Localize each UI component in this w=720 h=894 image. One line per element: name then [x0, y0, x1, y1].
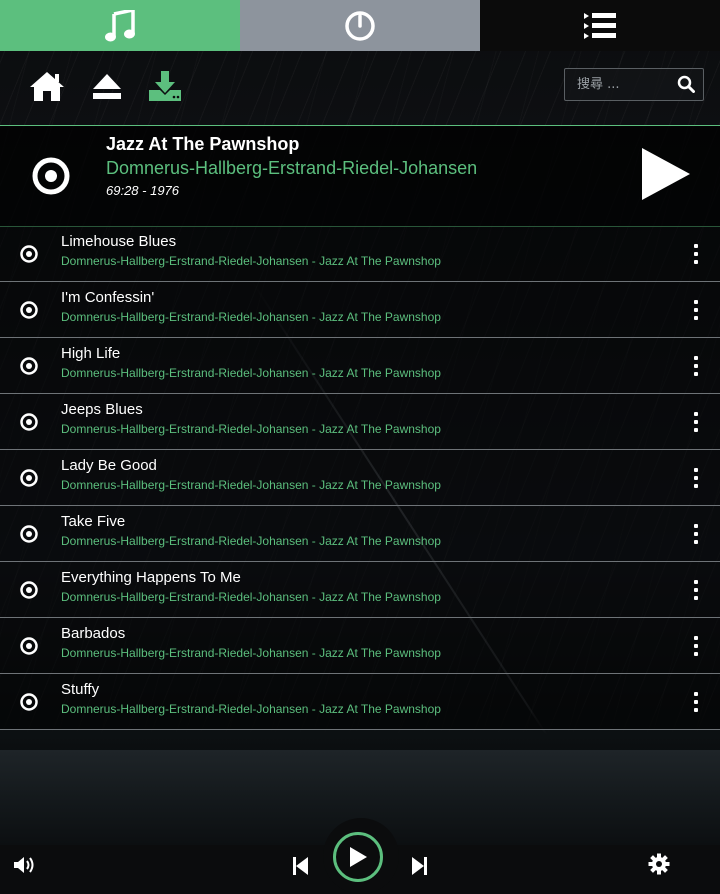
- track-row[interactable]: Jeeps Blues Domnerus-Hallberg-Erstrand-Ri…: [0, 394, 720, 450]
- home-icon: [30, 72, 64, 101]
- album-disc-icon: [32, 157, 70, 195]
- track-subtitle: Domnerus-Hallberg-Erstrand-Riedel-Johans…: [61, 422, 441, 436]
- track-subtitle: Domnerus-Hallberg-Erstrand-Riedel-Johans…: [61, 646, 441, 660]
- eject-button[interactable]: [91, 68, 123, 104]
- track-title: High Life: [61, 345, 121, 362]
- track-disc-icon: [20, 637, 38, 655]
- play-icon: [350, 847, 367, 867]
- track-more-options-icon[interactable]: [690, 412, 702, 432]
- track-subtitle: Domnerus-Hallberg-Erstrand-Riedel-Johans…: [61, 534, 441, 548]
- track-title: Stuffy: [61, 681, 100, 698]
- track-subtitle: Domnerus-Hallberg-Erstrand-Riedel-Johans…: [61, 702, 441, 716]
- home-button[interactable]: [28, 68, 66, 104]
- track-disc-icon: [20, 525, 38, 543]
- track-more-options-icon[interactable]: [690, 692, 702, 712]
- track-title: I'm Confessin': [61, 289, 155, 306]
- track-row[interactable]: Barbados Domnerus-Hallberg-Erstrand-Riede…: [0, 618, 720, 674]
- track-title: Jeeps Blues: [61, 401, 143, 418]
- track-title: Limehouse Blues: [61, 233, 177, 250]
- track-disc-icon: [20, 581, 38, 599]
- play-pause-button[interactable]: [333, 832, 383, 882]
- track-disc-icon: [20, 693, 38, 711]
- playlist-icon: [584, 12, 616, 39]
- download-icon: [149, 71, 181, 101]
- track-row[interactable]: Stuffy Domnerus-Hallberg-Erstrand-Riedel-…: [0, 674, 720, 730]
- track-more-options-icon[interactable]: [690, 636, 702, 656]
- search-input[interactable]: [565, 77, 677, 92]
- next-track-icon[interactable]: [410, 856, 428, 876]
- search-box: [564, 68, 704, 101]
- volume-icon[interactable]: [13, 855, 37, 875]
- tab-queue[interactable]: [480, 0, 720, 51]
- previous-track-icon[interactable]: [292, 856, 310, 876]
- track-row[interactable]: High Life Domnerus-Hallberg-Erstrand-Ried…: [0, 338, 720, 394]
- settings-gear-icon[interactable]: [648, 853, 670, 875]
- track-title: Take Five: [61, 513, 126, 530]
- track-more-options-icon[interactable]: [690, 244, 702, 264]
- tab-library[interactable]: [0, 0, 240, 51]
- search-icon[interactable]: [677, 75, 695, 93]
- track-row[interactable]: Limehouse Blues Domnerus-Hallberg-Erstran…: [0, 226, 720, 282]
- eject-icon: [93, 74, 121, 99]
- album-meta: 69:28 - 1976: [106, 183, 180, 198]
- track-more-options-icon[interactable]: [690, 300, 702, 320]
- track-row[interactable]: Take Five Domnerus-Hallberg-Erstrand-Ried…: [0, 506, 720, 562]
- track-list: Limehouse Blues Domnerus-Hallberg-Erstran…: [0, 226, 720, 730]
- track-subtitle: Domnerus-Hallberg-Erstrand-Riedel-Johans…: [61, 478, 441, 492]
- track-title: Barbados: [61, 625, 126, 642]
- track-subtitle: Domnerus-Hallberg-Erstrand-Riedel-Johans…: [61, 590, 441, 604]
- track-subtitle: Domnerus-Hallberg-Erstrand-Riedel-Johans…: [61, 366, 441, 380]
- track-more-options-icon[interactable]: [690, 468, 702, 488]
- track-title: Lady Be Good: [61, 457, 157, 474]
- track-row[interactable]: Everything Happens To Me Domnerus-Hallber…: [0, 562, 720, 618]
- track-disc-icon: [20, 245, 38, 263]
- tab-now-playing[interactable]: [240, 0, 480, 51]
- music-note-icon: [105, 9, 135, 41]
- track-disc-icon: [20, 469, 38, 487]
- clock-icon: [345, 10, 375, 41]
- track-title: Everything Happens To Me: [61, 569, 241, 586]
- track-row[interactable]: Lady Be Good Domnerus-Hallberg-Erstrand-R…: [0, 450, 720, 506]
- track-disc-icon: [20, 301, 38, 319]
- track-subtitle: Domnerus-Hallberg-Erstrand-Riedel-Johans…: [61, 310, 441, 324]
- track-more-options-icon[interactable]: [690, 524, 702, 544]
- album-artist[interactable]: Domnerus-Hallberg-Erstrand-Riedel-Johans…: [106, 158, 477, 179]
- track-row[interactable]: I'm Confessin' Domnerus-Hallberg-Erstrand…: [0, 282, 720, 338]
- track-more-options-icon[interactable]: [690, 580, 702, 600]
- top-tab-bar: [0, 0, 720, 51]
- track-disc-icon: [20, 413, 38, 431]
- download-button[interactable]: [148, 68, 182, 104]
- track-more-options-icon[interactable]: [690, 356, 702, 376]
- album-title: Jazz At The Pawnshop: [106, 134, 300, 154]
- track-subtitle: Domnerus-Hallberg-Erstrand-Riedel-Johans…: [61, 254, 441, 268]
- track-disc-icon: [20, 357, 38, 375]
- album-header: Jazz At The Pawnshop Domnerus-Hallberg-E…: [0, 125, 720, 227]
- album-play-icon[interactable]: [640, 146, 692, 202]
